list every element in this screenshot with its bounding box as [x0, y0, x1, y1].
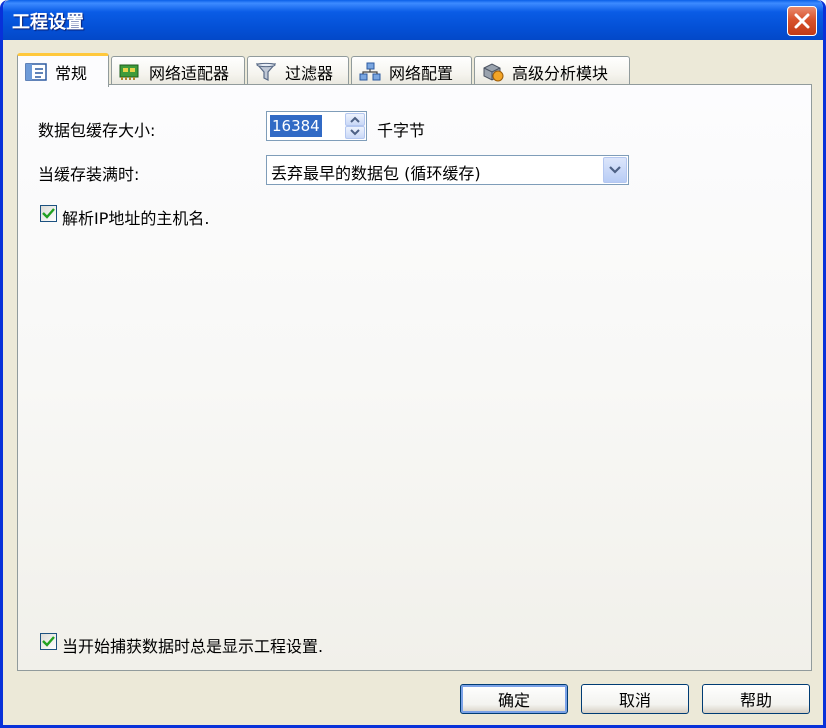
project-settings-dialog: 工程设置 常规 网络适配器 过滤器 网络配置 高级分析模块 数据包缓存大小: 1…: [0, 0, 826, 728]
filter-icon: [254, 62, 278, 82]
tab-network-adapter-label: 网络适配器: [149, 63, 230, 83]
when-full-label: 当缓存装满时:: [38, 165, 140, 184]
show-on-start-label[interactable]: 当开始捕获数据时总是显示工程设置.: [62, 633, 323, 657]
chevron-up-icon: [350, 116, 360, 123]
spin-up-button[interactable]: [345, 113, 365, 126]
spin-down-button[interactable]: [345, 126, 365, 139]
checkmark-icon: [42, 208, 55, 219]
checkmark-icon: [42, 636, 55, 647]
tab-advanced-analysis[interactable]: 高级分析模块: [474, 56, 630, 86]
when-full-select[interactable]: 丢弃最早的数据包 (循环缓存): [266, 155, 629, 185]
tab-network-config[interactable]: 网络配置: [351, 56, 472, 86]
help-button[interactable]: 帮助: [702, 684, 810, 714]
resolve-ip-checkbox[interactable]: [40, 205, 57, 222]
tab-network-config-label: 网络配置: [389, 63, 454, 83]
tab-filter[interactable]: 过滤器: [247, 56, 349, 86]
when-full-value: 丢弃最早的数据包 (循环缓存): [271, 164, 481, 183]
tab-network-adapter[interactable]: 网络适配器: [111, 56, 245, 86]
combo-dropdown-button[interactable]: [603, 157, 627, 183]
show-on-start-checkbox[interactable]: [40, 633, 57, 650]
buffer-size-label: 数据包缓存大小:: [38, 121, 156, 140]
tab-strip: 常规 网络适配器 过滤器 网络配置 高级分析模块: [17, 53, 797, 87]
buffer-size-stepper[interactable]: 16384: [266, 111, 367, 141]
ok-button[interactable]: 确定: [460, 684, 568, 714]
tab-general[interactable]: 常规: [17, 53, 109, 87]
resolve-ip-label[interactable]: 解析IP地址的主机名.: [62, 205, 209, 229]
tab-advanced-analysis-label: 高级分析模块: [512, 63, 609, 83]
adapter-icon: [118, 62, 142, 82]
close-button[interactable]: [787, 6, 817, 36]
chevron-down-icon: [350, 129, 360, 136]
general-icon: [24, 62, 48, 82]
network-icon: [358, 62, 382, 82]
spin-buttons: [345, 113, 365, 139]
analysis-module-icon: [481, 62, 505, 82]
buffer-size-unit: 千字节: [377, 121, 426, 140]
tab-filter-label: 过滤器: [285, 63, 334, 83]
title-bar[interactable]: 工程设置: [3, 0, 823, 40]
close-icon: [794, 13, 810, 29]
cancel-button[interactable]: 取消: [581, 684, 689, 714]
tab-general-label: 常规: [55, 63, 88, 83]
buffer-size-value[interactable]: 16384: [270, 115, 322, 137]
chevron-down-icon: [609, 166, 621, 174]
general-tab-panel: 数据包缓存大小: 16384 千字节 当缓存装满时: 丢弃最早的数据包 (循环缓…: [17, 84, 812, 671]
window-title: 工程设置: [12, 12, 84, 33]
